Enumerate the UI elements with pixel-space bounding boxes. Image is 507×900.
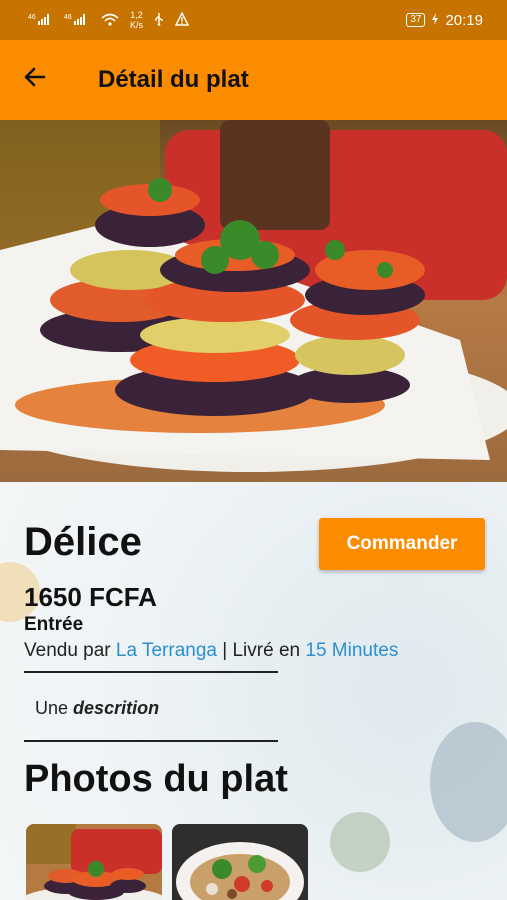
clock: 20:19 bbox=[445, 11, 483, 29]
back-button[interactable] bbox=[0, 40, 70, 120]
delivered-label: Livré en bbox=[232, 640, 301, 661]
app-bar: Détail du plat bbox=[0, 40, 507, 120]
background-blur bbox=[330, 812, 390, 872]
warning-icon bbox=[174, 10, 190, 29]
signal-icon-1: 46 bbox=[28, 12, 54, 29]
divider bbox=[24, 671, 278, 673]
background-blur bbox=[430, 722, 507, 842]
signal-icon-2: 46 bbox=[64, 12, 90, 29]
page-title: Détail du plat bbox=[98, 66, 249, 93]
dish-photo-thumbnail[interactable] bbox=[172, 824, 308, 900]
back-arrow-icon bbox=[23, 63, 47, 97]
status-right: 37 20:19 bbox=[406, 12, 483, 29]
photos-title: Photos du plat bbox=[24, 758, 288, 800]
order-button[interactable]: Commander bbox=[319, 518, 485, 570]
speed-unit: K/s bbox=[130, 20, 144, 30]
status-left: 46 46 1,2 K/s bbox=[28, 10, 190, 30]
dish-price: 1650 FCFA bbox=[24, 582, 157, 612]
dish-details: Délice Commander 1650 FCFA Entrée Vendu … bbox=[0, 482, 507, 900]
status-bar: 46 46 1,2 K/s 37 20:19 bbox=[0, 0, 507, 40]
separator: | bbox=[222, 640, 228, 661]
description-text: descrition bbox=[73, 698, 160, 718]
svg-text:46: 46 bbox=[28, 14, 36, 21]
delivery-time: 15 Minutes bbox=[305, 640, 399, 661]
dish-description: Une descrition bbox=[35, 698, 159, 719]
charging-icon bbox=[431, 12, 439, 29]
dish-hero-image bbox=[0, 120, 507, 482]
wifi-icon bbox=[100, 12, 120, 29]
dish-category: Entrée bbox=[24, 614, 84, 635]
speed-value: 1,2 bbox=[130, 10, 143, 20]
divider bbox=[24, 740, 278, 742]
battery-icon: 37 bbox=[406, 13, 426, 27]
seller-line: Vendu par La Terranga | Livré en 15 Minu… bbox=[24, 640, 398, 662]
dish-name: Délice bbox=[24, 520, 142, 564]
sold-by-label: Vendu par bbox=[24, 640, 111, 661]
restaurant-link[interactable]: La Terranga bbox=[116, 640, 217, 661]
description-prefix: Une bbox=[35, 698, 69, 718]
usb-icon bbox=[153, 12, 165, 29]
svg-text:46: 46 bbox=[64, 14, 72, 21]
dish-photo-thumbnail[interactable] bbox=[26, 824, 162, 900]
network-speed: 1,2 K/s bbox=[130, 10, 143, 30]
